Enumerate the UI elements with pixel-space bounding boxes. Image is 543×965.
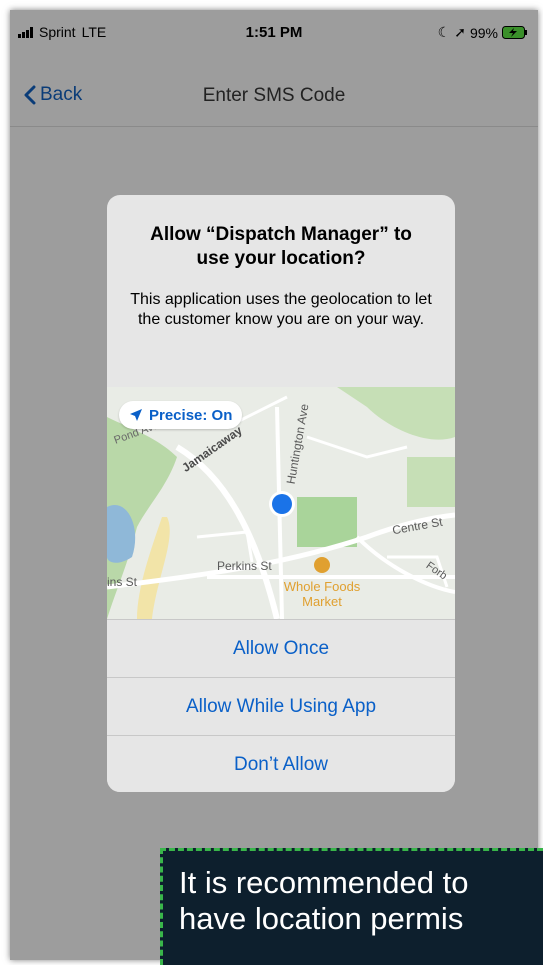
status-right: ☾ ➚ 99% bbox=[438, 24, 528, 41]
battery-percent: 99% bbox=[469, 24, 498, 41]
banner-text: It is recommended to have location permi… bbox=[179, 865, 469, 936]
battery-charging-icon bbox=[502, 26, 527, 39]
alert-title: Allow “Dispatch Manager” to use your loc… bbox=[150, 224, 412, 269]
phone-screen: Sprint LTE 1:51 PM ☾ ➚ 99% Back Enter SM… bbox=[10, 10, 538, 960]
location-arrow-icon bbox=[130, 409, 142, 421]
allow-once-button[interactable]: Allow Once bbox=[107, 619, 455, 677]
location-arrow-icon: ➚ bbox=[454, 24, 466, 40]
recommendation-banner: It is recommended to have location permi… bbox=[160, 848, 543, 965]
navigation-bar: Back Enter SMS Code bbox=[10, 54, 538, 127]
poi-name: Whole Foods bbox=[283, 579, 361, 594]
precise-location-toggle[interactable]: Precise: On bbox=[119, 401, 243, 429]
allow-while-using-button[interactable]: Allow While Using App bbox=[107, 677, 455, 735]
whole-foods-poi: Whole Foods Market bbox=[277, 579, 367, 609]
poi-subname: Market bbox=[302, 594, 342, 609]
location-map: Pond Ave Jamaicaway Huntington Ave Centr… bbox=[107, 387, 455, 619]
status-bar: Sprint LTE 1:51 PM ☾ ➚ 99% bbox=[10, 10, 538, 54]
dont-allow-button[interactable]: Don’t Allow bbox=[107, 735, 455, 792]
alert-message: This application uses the geolocation to… bbox=[130, 291, 432, 328]
page-title: Enter SMS Code bbox=[202, 85, 346, 106]
location-permission-alert: Allow “Dispatch Manager” to use your loc… bbox=[107, 195, 455, 792]
map-label-ins-st: ins St bbox=[107, 575, 138, 589]
map-label-perkins-st: Perkins St bbox=[217, 559, 272, 573]
precise-label: Precise: On bbox=[149, 406, 233, 424]
moon-icon: ☾ bbox=[437, 24, 451, 40]
